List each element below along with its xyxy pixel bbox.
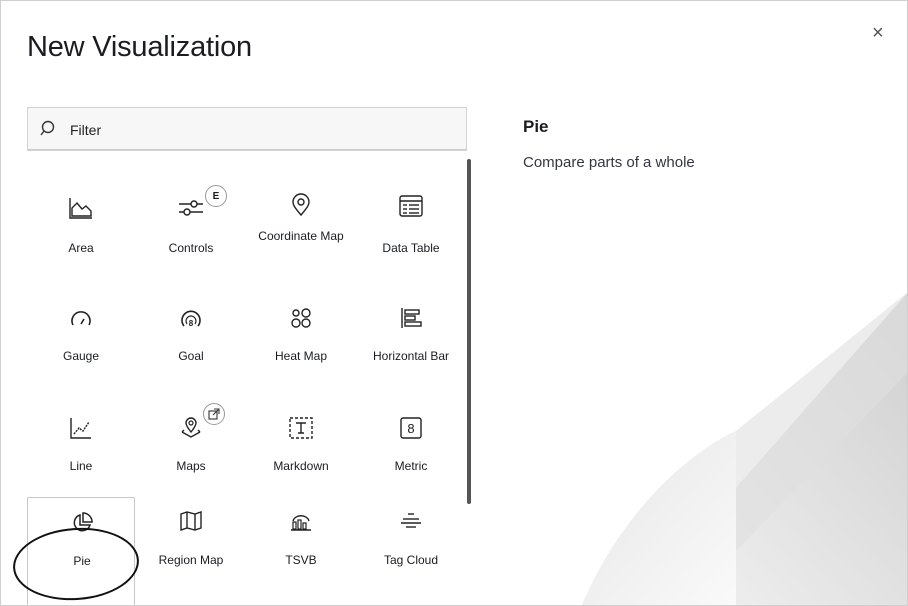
area-chart-icon [27,197,135,219]
tile-tsvb[interactable]: TSVB [247,497,355,605]
new-visualization-modal: New Visualization × Area E Controls C [0,0,908,606]
tsvb-icon [247,511,355,531]
close-icon[interactable]: × [872,23,884,43]
metric-glyph: 8 [407,421,414,436]
visualization-type-grid: Area E Controls Coordinate Map Data Tabl… [27,161,467,605]
tile-label: Line [69,459,93,473]
tag-cloud-icon [357,511,465,531]
tile-label: Markdown [273,459,329,473]
svg-text:8: 8 [189,319,194,328]
tile-label: Heat Map [274,349,328,363]
tile-area[interactable]: Area [27,185,135,295]
description-title: Pie [523,117,549,136]
tile-label: Maps [176,459,206,473]
tile-controls[interactable]: E Controls [137,185,245,295]
modal-title: New Visualization [27,31,252,63]
tile-tag-cloud[interactable]: Tag Cloud [357,497,465,605]
tile-gauge[interactable]: Gauge [27,295,135,405]
markdown-icon [247,417,355,439]
heatmap-icon [247,307,355,329]
filter-search-box[interactable] [27,107,467,151]
decorative-background-illustration [581,292,907,605]
table-icon [357,195,465,217]
tile-data-table[interactable]: Data Table [357,185,465,295]
filter-input[interactable] [68,117,452,143]
external-link-icon [203,403,225,425]
tile-label: Horizontal Bar [372,349,450,363]
gauge-icon [27,311,135,327]
tile-heat-map[interactable]: Heat Map [247,295,355,405]
maps-icon [137,417,245,439]
tile-label: Gauge [62,349,100,363]
map-marker-icon [247,193,355,217]
tile-label: Data Table [382,241,440,255]
tile-label: Region Map [158,553,224,567]
tile-label: Coordinate Map [258,229,344,243]
goal-icon: 8 [137,309,245,329]
tile-label: Pie [73,554,91,568]
tile-label: Controls [168,241,214,255]
tile-label: TSVB [285,553,317,567]
tile-pie[interactable]: Pie [27,497,136,605]
search-icon [40,120,58,143]
pie-chart-icon [28,512,136,534]
tile-coordinate-map[interactable]: Coordinate Map [247,185,355,295]
metric-icon: 8 [357,417,465,439]
experimental-badge: E [205,185,227,207]
tile-label: Tag Cloud [383,553,439,567]
region-map-icon [137,511,245,531]
tile-horizontal-bar[interactable]: Horizontal Bar [357,295,465,405]
line-chart-icon [27,417,135,439]
tile-label: Area [68,241,94,255]
scrollbar[interactable] [467,159,471,504]
tile-region-map[interactable]: Region Map [137,497,245,605]
controls-icon [137,199,245,217]
tile-label: Goal [178,349,204,363]
tile-label: Metric [394,459,428,473]
horizontal-bar-icon [357,307,465,329]
tile-goal[interactable]: 8 Goal [137,295,245,405]
description-text: Compare parts of a whole [523,154,695,171]
